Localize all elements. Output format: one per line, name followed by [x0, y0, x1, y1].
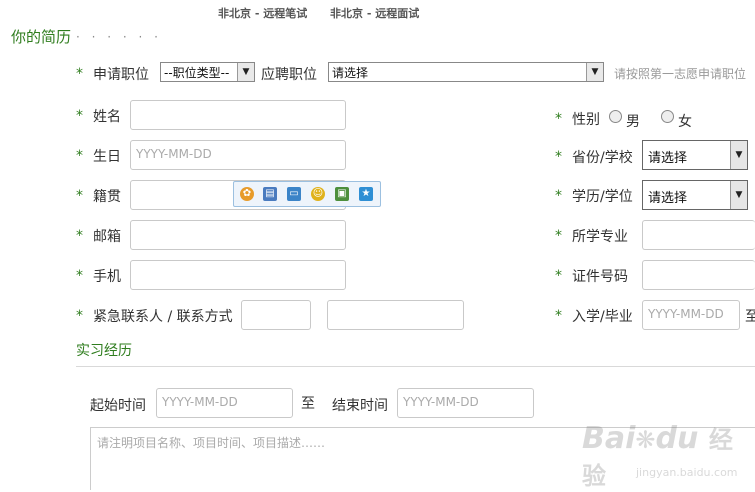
- required-mark: *: [76, 228, 83, 244]
- position-type-value: --职位类型--: [164, 66, 230, 80]
- watermark-brand: Bai: [582, 421, 636, 456]
- native-place-label: 籍贯: [93, 189, 121, 205]
- required-mark: *: [555, 308, 562, 324]
- required-mark: *: [76, 148, 83, 164]
- monitor-icon[interactable]: ▭: [287, 187, 301, 201]
- end-time-label: 结束时间: [332, 398, 388, 414]
- enroll-date-input[interactable]: YYYY-MM-DD: [642, 300, 740, 330]
- degree-select[interactable]: 请选择 ▼: [642, 180, 748, 210]
- emergency-contact-label: 紧急联系人 / 联系方式: [93, 309, 233, 325]
- major-input[interactable]: [642, 220, 755, 250]
- id-number-input[interactable]: [642, 260, 755, 290]
- required-mark: *: [76, 308, 83, 324]
- degree-value: 请选择: [648, 191, 688, 206]
- gender-female-label: 女: [678, 114, 692, 130]
- required-mark: *: [555, 149, 562, 165]
- enroll-graduate-label: 入学/毕业: [572, 309, 633, 325]
- enroll-to-label: 至: [745, 309, 755, 325]
- required-mark: *: [555, 188, 562, 204]
- watermark-logo: Bai❋du 经验: [582, 420, 755, 492]
- required-mark: *: [555, 111, 562, 127]
- chevron-down-icon: ▼: [730, 141, 747, 169]
- chevron-down-icon: ▼: [237, 63, 254, 81]
- gender-male-radio[interactable]: [609, 110, 622, 123]
- paw-icon: ❋: [635, 426, 656, 454]
- gender-label: 性别: [572, 112, 600, 128]
- required-mark: *: [76, 268, 83, 284]
- resume-title-dots: · · · · · ·: [76, 30, 162, 44]
- image-icon[interactable]: ▣: [335, 187, 349, 201]
- chevron-down-icon: ▼: [730, 181, 747, 209]
- position-hint: 请按照第一志愿申请职位: [614, 67, 747, 81]
- smiley-icon[interactable]: ☺: [311, 187, 325, 201]
- start-end-to-label: 至: [301, 396, 315, 412]
- birthday-label: 生日: [93, 149, 121, 165]
- top-link-written-test[interactable]: 非北京 - 远程笔试: [218, 5, 307, 21]
- name-label: 姓名: [93, 109, 121, 125]
- emergency-contact-phone-input[interactable]: [327, 300, 464, 330]
- editor-toolbar: ✿ ▤ ▭ ☺ ▣ ★: [233, 181, 381, 207]
- top-link-interview[interactable]: 非北京 - 远程面试: [330, 5, 419, 21]
- province-school-label: 省份/学校: [572, 150, 633, 166]
- required-mark: *: [76, 108, 83, 124]
- required-mark: *: [76, 188, 83, 204]
- required-mark: *: [76, 66, 83, 82]
- required-mark: *: [555, 268, 562, 284]
- birthday-input[interactable]: YYYY-MM-DD: [130, 140, 346, 170]
- phone-input[interactable]: [130, 260, 346, 290]
- internship-title: 实习经历: [76, 343, 132, 359]
- palette-icon[interactable]: ✿: [240, 187, 254, 201]
- name-input[interactable]: [130, 100, 346, 130]
- required-mark: *: [555, 228, 562, 244]
- email-label: 邮箱: [93, 229, 121, 245]
- start-time-label: 起始时间: [90, 398, 146, 414]
- hire-position-label: 应聘职位: [261, 67, 317, 83]
- emergency-contact-name-input[interactable]: [241, 300, 311, 330]
- star-icon[interactable]: ★: [359, 187, 373, 201]
- watermark-brand-2: du: [655, 421, 699, 456]
- chevron-down-icon: ▼: [586, 63, 603, 81]
- phone-label: 手机: [93, 269, 121, 285]
- degree-label: 学历/学位: [572, 189, 633, 205]
- save-icon[interactable]: ▤: [263, 187, 277, 201]
- start-time-input[interactable]: YYYY-MM-DD: [156, 388, 293, 418]
- id-number-label: 证件号码: [572, 269, 628, 285]
- hire-position-value: 请选择: [332, 66, 369, 80]
- end-time-input[interactable]: YYYY-MM-DD: [397, 388, 534, 418]
- section-divider: [76, 366, 755, 367]
- apply-position-label: 申请职位: [93, 67, 149, 83]
- province-school-select[interactable]: 请选择 ▼: [642, 140, 748, 170]
- position-type-select[interactable]: --职位类型-- ▼: [160, 62, 255, 82]
- major-label: 所学专业: [572, 229, 628, 245]
- gender-male-label: 男: [626, 114, 640, 130]
- hire-position-select[interactable]: 请选择 ▼: [328, 62, 604, 82]
- gender-female-radio[interactable]: [661, 110, 674, 123]
- resume-title: 你的简历: [11, 28, 72, 46]
- watermark-url: jingyan.baidu.com: [636, 466, 738, 479]
- email-input[interactable]: [130, 220, 346, 250]
- province-school-value: 请选择: [648, 151, 688, 166]
